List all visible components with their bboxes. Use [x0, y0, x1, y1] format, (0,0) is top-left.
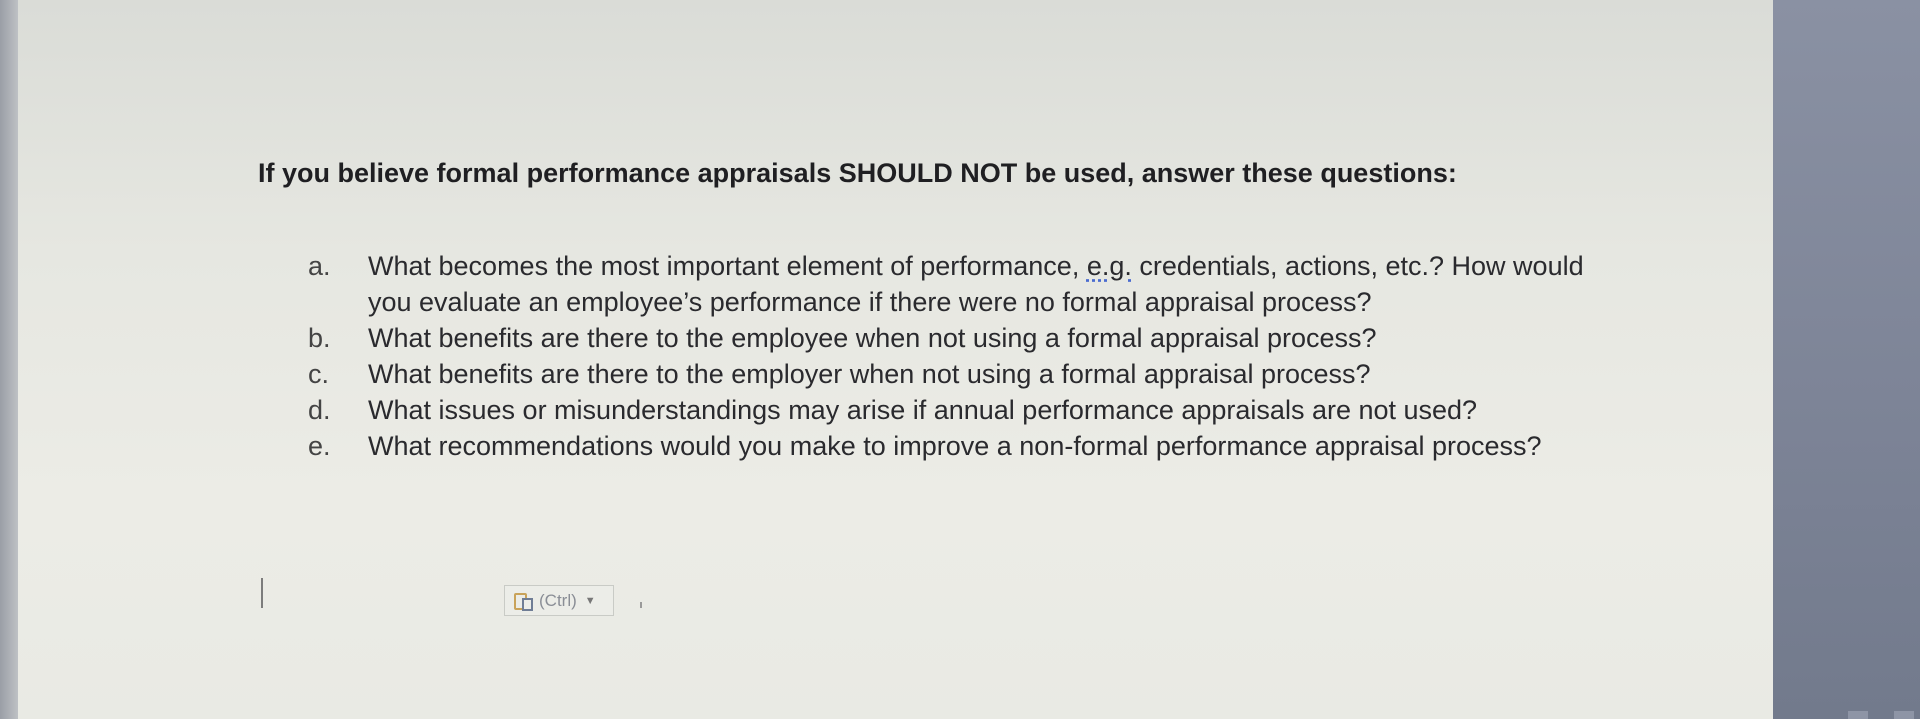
- instructions-heading: If you believe formal performance apprai…: [258, 158, 1457, 188]
- question-item-b: b. What benefits are there to the employ…: [308, 320, 1608, 356]
- paste-options-button[interactable]: (Ctrl) ▼: [504, 585, 614, 616]
- list-marker: b.: [308, 323, 331, 353]
- stray-mark: [640, 602, 642, 608]
- question-item-e: e. What recommendations would you make t…: [308, 428, 1608, 464]
- clipboard-paste-icon: [513, 590, 535, 612]
- question-item-c: c. What benefits are there to the employ…: [308, 356, 1608, 392]
- list-marker: a.: [308, 251, 331, 281]
- paste-options-label: (Ctrl): [539, 590, 577, 610]
- text-cursor: [261, 578, 263, 608]
- chevron-down-icon: ▼: [584, 594, 596, 607]
- question-text: What recommendations would you make to i…: [368, 431, 1542, 461]
- question-text-part: What becomes the most important element …: [368, 251, 1087, 281]
- question-item-a: a. What becomes the most important eleme…: [308, 248, 1608, 320]
- list-marker: c.: [308, 359, 330, 389]
- question-text: What benefits are there to the employer …: [368, 359, 1371, 389]
- spellcheck-flag[interactable]: e.g.: [1087, 251, 1132, 281]
- question-text: What benefits are there to the employee …: [368, 323, 1377, 353]
- question-list: a. What becomes the most important eleme…: [308, 248, 1608, 464]
- right-side-panel: [1773, 0, 1920, 719]
- list-marker: e.: [308, 431, 331, 461]
- question-item-d: d. What issues or misunderstandings may …: [308, 392, 1608, 428]
- status-icon: [1848, 711, 1868, 719]
- status-icon: [1894, 711, 1914, 719]
- question-text: What issues or misunderstandings may ari…: [368, 395, 1478, 425]
- question-text: What becomes the most important element …: [368, 248, 1598, 320]
- document-page[interactable]: If you believe formal performance apprai…: [18, 0, 1773, 719]
- list-marker: d.: [308, 395, 331, 425]
- corner-icons: [1848, 711, 1914, 719]
